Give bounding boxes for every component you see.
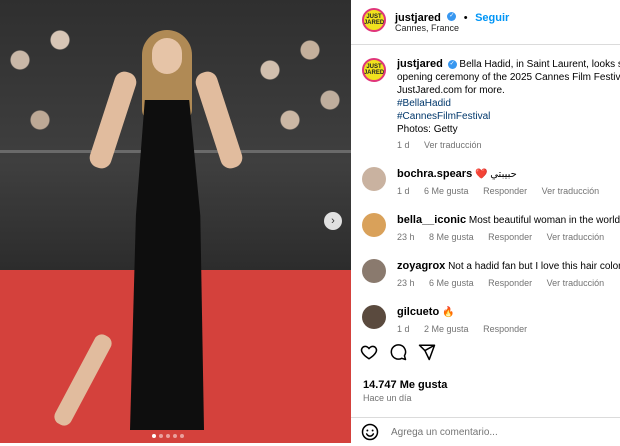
likes-count[interactable]: 14.747 Me gusta: [363, 379, 447, 391]
avatar-logo-text: JUST JARED: [363, 64, 385, 76]
comment-icon[interactable]: [388, 343, 408, 363]
woman-figure: [51, 30, 245, 440]
post-photo[interactable]: ›: [0, 0, 351, 443]
post-header: JUST JARED justjared ✓ • Seguir Cannes, …: [351, 0, 620, 45]
caption-username[interactable]: justjared: [397, 58, 443, 70]
carousel-dot: [180, 434, 184, 438]
comment-input[interactable]: [389, 423, 613, 441]
comment-time[interactable]: 1 d: [397, 186, 410, 196]
commenter-username[interactable]: zoyagrox: [397, 260, 445, 272]
comment-text: Most beautiful woman in the world ❤️: [468, 215, 620, 226]
caption-text-line: JustJared.com for more.: [397, 85, 505, 96]
reply-button[interactable]: Responder: [488, 278, 532, 288]
comment-likes[interactable]: 6 Me gusta: [424, 186, 469, 196]
caption-text-line: Bella Hadid, in Saint Laurent, looks so …: [459, 59, 620, 70]
separator-dot: •: [463, 12, 468, 24]
reply-button[interactable]: Responder: [483, 324, 527, 334]
see-translation-link[interactable]: Ver traducción: [542, 186, 600, 196]
comment-time[interactable]: 23 h: [397, 278, 415, 288]
black-dress: [130, 100, 204, 430]
commenter-avatar[interactable]: [362, 259, 386, 283]
carousel-dots: [152, 434, 184, 438]
reply-button[interactable]: Responder: [483, 186, 527, 196]
hashtag-link[interactable]: #BellaHadid: [397, 97, 620, 110]
carousel-dot: [159, 434, 163, 438]
see-translation-link[interactable]: Ver traducción: [547, 278, 605, 288]
commenter-username[interactable]: gilcueto: [397, 306, 439, 318]
comment-likes[interactable]: 6 Me gusta: [429, 278, 474, 288]
carousel-dot: [173, 434, 177, 438]
commenter-avatar[interactable]: [362, 213, 386, 237]
reply-button[interactable]: Responder: [488, 232, 532, 242]
photo-credit: Photos: Getty: [397, 124, 458, 135]
comment-time[interactable]: 23 h: [397, 232, 415, 242]
comment-text: 🔥: [441, 307, 455, 318]
commenter-avatar[interactable]: [362, 305, 386, 329]
carousel-dot: [166, 434, 170, 438]
see-translation-link[interactable]: Ver traducción: [547, 232, 605, 242]
commenter-username[interactable]: bochra.spears: [397, 168, 472, 180]
see-translation-link[interactable]: Ver traducción: [424, 140, 482, 150]
face: [152, 38, 182, 74]
share-icon[interactable]: [417, 343, 437, 363]
post-actions: [351, 343, 620, 367]
post-location[interactable]: Cannes, France: [395, 23, 459, 33]
carousel-dot: [152, 434, 156, 438]
heart-icon[interactable]: [359, 343, 379, 363]
comment-likes[interactable]: 2 Me gusta: [424, 324, 469, 334]
caption-text-line: opening ceremony of the 2025 Cannes Film…: [397, 72, 620, 83]
hashtag-link[interactable]: #CannesFilmFestival: [397, 110, 620, 123]
verified-icon: ✓: [447, 12, 457, 22]
commenter-username[interactable]: bella__iconic: [397, 214, 466, 226]
author-avatar[interactable]: JUST JARED: [362, 8, 386, 32]
next-photo-button[interactable]: ›: [324, 212, 342, 230]
comment-likes[interactable]: 8 Me gusta: [429, 232, 474, 242]
add-comment-bar: [351, 417, 620, 444]
caption-avatar[interactable]: JUST JARED: [362, 58, 386, 82]
comment-text: Not a hadid fan but I love this hair col…: [448, 261, 620, 272]
comment-time[interactable]: 1 d: [397, 324, 410, 334]
avatar-logo-text: JUST JARED: [363, 14, 385, 26]
post-time[interactable]: Hace un día: [363, 393, 412, 403]
comment-text: ❤️ حبيبتي: [474, 169, 517, 180]
commenter-avatar[interactable]: [362, 167, 386, 191]
follow-button[interactable]: Seguir: [475, 12, 509, 24]
post-sidebar: JUST JARED justjared ✓ • Seguir Cannes, …: [351, 0, 620, 443]
caption-time[interactable]: 1 d: [397, 140, 410, 150]
verified-icon: ✓: [447, 59, 457, 69]
